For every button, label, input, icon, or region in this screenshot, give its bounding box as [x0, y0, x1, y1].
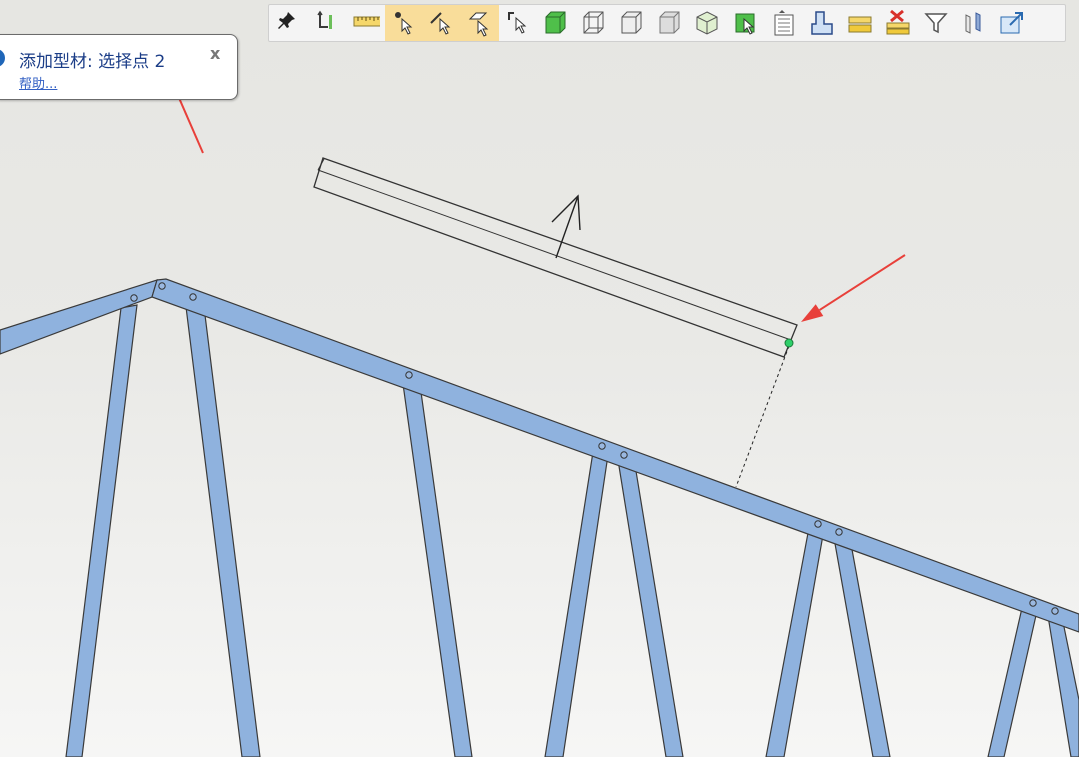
select-edge-icon — [430, 12, 451, 35]
bolt-marker — [158, 282, 166, 290]
bolt-marker — [598, 442, 606, 450]
toolbar-button-export-view[interactable] — [993, 5, 1031, 41]
toolbar-button-view-hidden-line[interactable] — [613, 5, 651, 41]
preview-profile-end-edge — [317, 158, 325, 171]
truss-web-member[interactable] — [65, 304, 138, 757]
bolt-marker — [620, 451, 628, 459]
delete-layer-icon — [886, 9, 910, 35]
model-viewport[interactable] — [0, 0, 1079, 757]
truss-top-chord-right[interactable] — [151, 278, 1079, 633]
bolt-marker — [835, 528, 843, 536]
toolbar-button-view-wireframe[interactable] — [575, 5, 613, 41]
bolt-marker — [130, 294, 138, 302]
truss-web-member[interactable] — [544, 451, 609, 757]
toolbar-button-view-shaded[interactable] — [537, 5, 575, 41]
bolt-marker — [189, 293, 197, 301]
view-hidden-line-icon — [621, 11, 642, 34]
projection-guide-line — [735, 345, 790, 488]
select-mode-icon — [508, 12, 527, 34]
toolbar-button-select-point[interactable] — [385, 5, 423, 41]
info-dot-icon — [0, 49, 5, 67]
section-icon — [965, 12, 981, 34]
toolbar-button-filter[interactable] — [917, 5, 955, 41]
truss-web-member[interactable] — [1047, 615, 1079, 757]
bolt-marker — [814, 520, 822, 528]
bolt-marker — [1051, 607, 1059, 615]
toolbar-button-select-mode[interactable] — [499, 5, 537, 41]
toolbar-button-profile-shape[interactable] — [803, 5, 841, 41]
truss-web-member[interactable] — [185, 306, 261, 757]
toolbar-button-view-transparent[interactable] — [651, 5, 689, 41]
bolt-marker — [405, 371, 413, 379]
toolbar-button-select-face[interactable] — [461, 5, 499, 41]
view-transparent-icon — [659, 11, 680, 34]
view-shaded-icon — [545, 11, 566, 34]
filter-icon — [924, 13, 948, 34]
preview-profile-inner-edge — [317, 169, 792, 341]
bolt-marker — [1029, 599, 1037, 607]
view-wireframe-icon — [583, 11, 604, 34]
close-hint-button[interactable]: x — [210, 44, 220, 63]
toolbar-button-ruler[interactable] — [347, 5, 385, 41]
select-point-icon — [395, 12, 413, 35]
truss-web-member[interactable] — [617, 458, 684, 757]
view-cube-icon — [696, 11, 718, 35]
toolbar-button-section[interactable] — [955, 5, 993, 41]
toolbar-button-delete-layer[interactable] — [879, 5, 917, 41]
toolbar-button-layer[interactable] — [841, 5, 879, 41]
toolbar-button-view-cube[interactable] — [689, 5, 727, 41]
document-list-icon — [774, 10, 794, 36]
hint-bubble: 添加型材: 选择点 2 帮助... x — [0, 34, 238, 100]
orientation-arrow-shaft — [555, 195, 579, 259]
profile-shape-icon — [811, 11, 833, 35]
view-toolbar — [268, 4, 1066, 42]
ruler-icon — [353, 16, 380, 27]
toolbar-button-select-component[interactable] — [727, 5, 765, 41]
truss-web-member[interactable] — [402, 383, 473, 757]
truss-model-scene[interactable] — [0, 0, 1079, 757]
select-component-icon — [735, 13, 755, 35]
select-face-icon — [468, 12, 489, 37]
toolbar-button-pin[interactable] — [271, 5, 309, 41]
export-view-icon — [1000, 12, 1023, 34]
hint-title: 添加型材: 选择点 2 — [19, 52, 166, 72]
snap-point[interactable] — [784, 338, 794, 348]
pin-icon — [278, 12, 295, 29]
truss-web-member[interactable] — [987, 607, 1038, 757]
annotation-arrow-snap — [801, 254, 906, 322]
layer-icon — [848, 16, 872, 33]
truss-web-member[interactable] — [765, 532, 824, 757]
rotate-axis-icon — [317, 10, 332, 29]
toolbar-button-rotate-axis[interactable] — [309, 5, 347, 41]
truss-web-member[interactable] — [833, 537, 891, 757]
toolbar-button-select-edge[interactable] — [423, 5, 461, 41]
toolbar-button-document-list[interactable] — [765, 5, 803, 41]
help-link[interactable]: 帮助... — [19, 73, 57, 92]
